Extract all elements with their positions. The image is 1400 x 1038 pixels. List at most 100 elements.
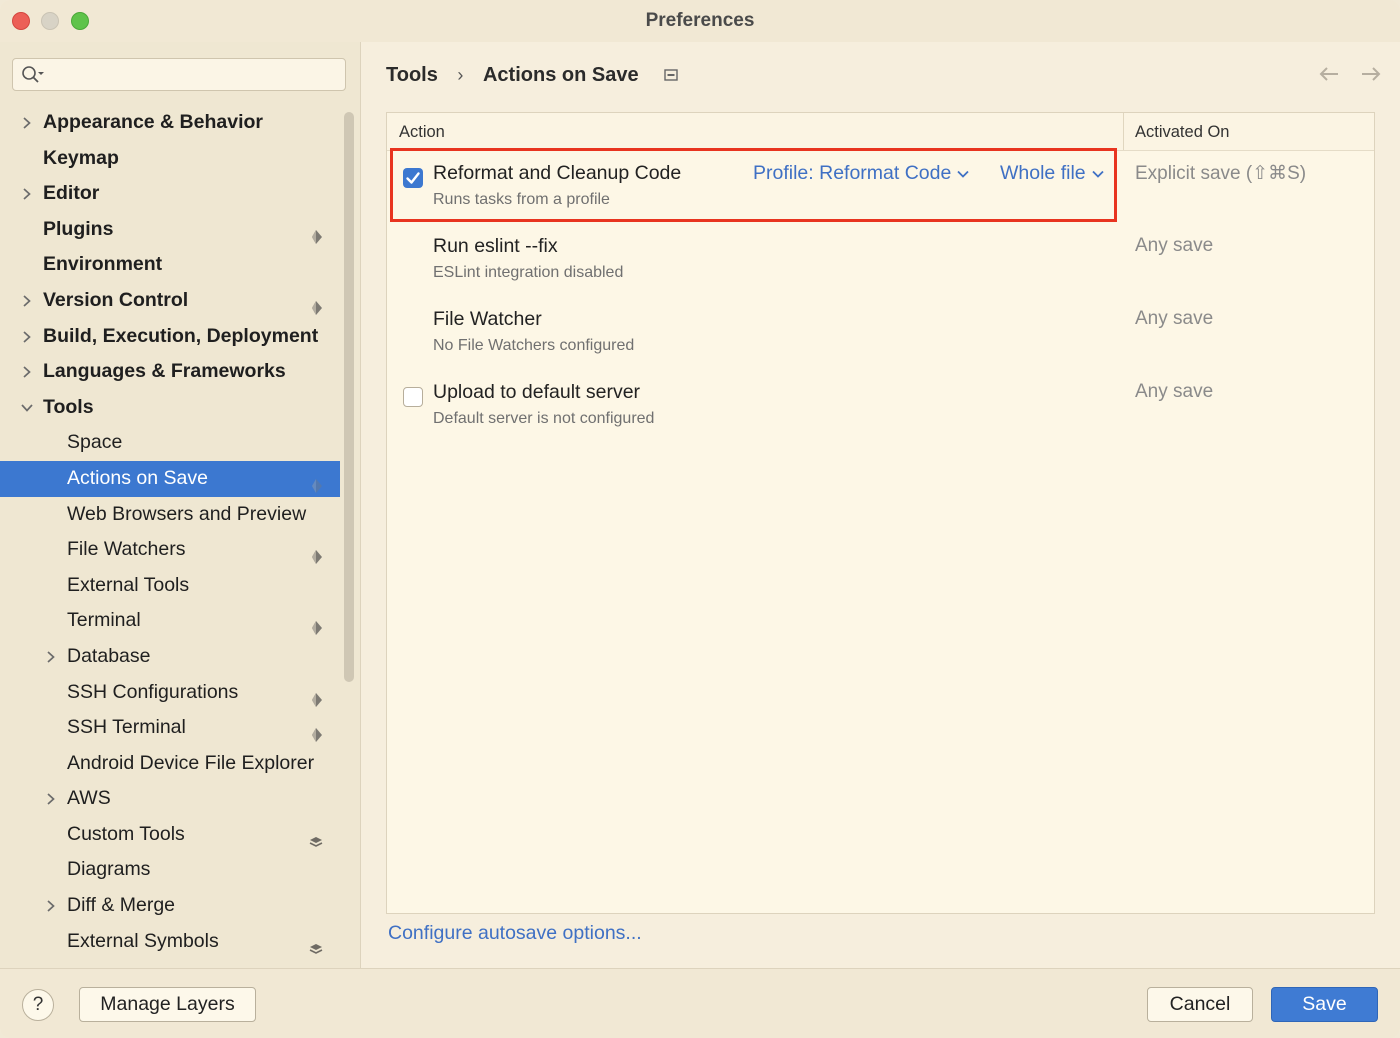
chevron-right-icon[interactable] <box>20 176 34 212</box>
chevron-right-icon[interactable] <box>44 888 58 924</box>
navigation-arrows <box>1302 66 1382 87</box>
sidebar-item-label: Plugins <box>43 217 114 240</box>
sidebar-item-build-execution-deployment[interactable]: Build, Execution, Deployment <box>0 319 340 355</box>
sidebar-item-custom-tools[interactable]: Custom Tools <box>0 817 340 853</box>
sidebar-scrollbar[interactable] <box>344 112 354 682</box>
settings-search-input[interactable] <box>12 58 346 91</box>
sidebar-item-ssh-terminal[interactable]: SSH Terminal <box>0 710 340 746</box>
sidebar-item-label: Database <box>67 644 151 667</box>
sidebar-item-label: Actions on Save <box>67 466 208 489</box>
column-divider <box>1123 113 1124 150</box>
chevron-right-icon[interactable] <box>20 319 34 355</box>
sidebar-item-label: Languages & Frameworks <box>43 360 286 383</box>
project-layer-icon <box>308 720 324 743</box>
sidebar-item-label: External Tools <box>67 573 190 596</box>
highlight-annotation <box>390 148 1117 222</box>
project-layer-icon <box>308 613 324 636</box>
sidebar-item-label: SSH Configurations <box>67 680 239 703</box>
project-layer-icon <box>308 685 324 707</box>
actions-table: Action Activated On Reformat and Cleanup… <box>386 112 1375 914</box>
activated-on-value[interactable]: Any save <box>1135 235 1213 257</box>
sidebar-item-environment[interactable]: Environment <box>0 247 340 283</box>
action-title: File Watcher <box>433 308 542 330</box>
cancel-button[interactable]: Cancel <box>1147 987 1253 1022</box>
sidebar-item-label: Custom Tools <box>67 822 185 845</box>
sidebar-item-label: Version Control <box>43 288 189 311</box>
sidebar-item-terminal[interactable]: Terminal <box>0 603 340 639</box>
sidebar-item-version-control[interactable]: Version Control <box>0 283 340 319</box>
column-header-activated-on[interactable]: Activated On <box>1135 123 1229 142</box>
table-header: Action Activated On <box>387 113 1374 151</box>
sidebar-item-label: External Symbols <box>67 929 219 952</box>
activated-on-value[interactable]: Any save <box>1135 308 1213 330</box>
stack-layers-icon <box>308 827 324 847</box>
settings-content: Tools › Actions on Save Action Activated… <box>361 42 1400 968</box>
sidebar-item-android-device-file-explorer[interactable]: Android Device File Explorer <box>0 746 340 782</box>
sidebar-item-label: File Watchers <box>67 538 186 561</box>
sidebar-item-label: Diagrams <box>67 858 151 881</box>
window-title: Preferences <box>645 10 755 31</box>
table-row[interactable]: File Watcher No File Watchers configured… <box>387 296 1374 366</box>
configure-autosave-link[interactable]: Configure autosave options... <box>388 922 642 945</box>
sidebar-item-external-tools[interactable]: External Tools <box>0 568 340 604</box>
action-title: Upload to default server <box>433 381 641 403</box>
project-layer-icon <box>308 471 324 493</box>
sidebar-item-aws[interactable]: AWS <box>0 781 340 817</box>
action-subtitle: Default server is not configured <box>433 410 655 427</box>
sidebar-item-label: SSH Terminal <box>67 716 186 739</box>
sidebar-item-plugins[interactable]: Plugins <box>0 212 340 248</box>
sidebar-item-actions-on-save[interactable]: Actions on Save <box>0 460 340 497</box>
sidebar-item-label: Appearance & Behavior <box>43 111 263 133</box>
sidebar-item-label: Keymap <box>43 146 119 169</box>
sidebar-item-external-symbols[interactable]: External Symbols <box>0 924 340 960</box>
sidebar-item-label: Tools <box>43 395 94 418</box>
sidebar-item-file-watchers[interactable]: File Watchers <box>0 532 340 568</box>
sidebar-item-languages-frameworks[interactable]: Languages & Frameworks <box>0 354 340 390</box>
table-row[interactable]: Upload to default server Default server … <box>387 369 1374 439</box>
sidebar-item-label: Diff & Merge <box>67 894 176 917</box>
sidebar-item-label: Editor <box>43 182 100 205</box>
sidebar-item-space[interactable]: Space <box>0 425 340 461</box>
breadcrumb: Tools › Actions on Save <box>386 64 678 87</box>
breadcrumb-parent[interactable]: Tools <box>386 64 438 87</box>
stack-layers-icon <box>308 934 324 954</box>
sidebar-item-label: Environment <box>43 253 163 276</box>
column-header-action[interactable]: Action <box>399 123 445 142</box>
table-row[interactable]: Run eslint --fix ESLint integration disa… <box>387 223 1374 293</box>
chevron-right-icon[interactable] <box>20 283 34 319</box>
sidebar-item-diff-merge[interactable]: Diff & Merge <box>0 888 340 924</box>
sidebar-item-label: Web Browsers and Preview <box>67 502 307 525</box>
sidebar-item-tools[interactable]: Tools <box>0 390 340 426</box>
sidebar-item-ssh-configurations[interactable]: SSH Configurations <box>0 675 340 711</box>
activated-on-value[interactable]: Any save <box>1135 381 1213 403</box>
sidebar-item-web-browsers-and-preview[interactable]: Web Browsers and Preview <box>0 497 340 533</box>
checkbox-upload[interactable] <box>403 387 423 407</box>
sidebar-item-label: Terminal <box>67 609 141 632</box>
help-button[interactable]: ? <box>22 989 54 1021</box>
page-layer-icon <box>664 64 678 87</box>
chevron-down-icon[interactable] <box>20 390 34 426</box>
sidebar-item-keymap[interactable]: Keymap <box>0 141 340 177</box>
save-button[interactable]: Save <box>1271 987 1378 1022</box>
manage-layers-button[interactable]: Manage Layers <box>79 987 256 1022</box>
action-title: Run eslint --fix <box>433 235 558 257</box>
chevron-right-icon[interactable] <box>44 639 58 675</box>
chevron-right-icon[interactable] <box>44 781 58 817</box>
sidebar-item-label: Build, Execution, Deployment <box>43 324 319 347</box>
dialog-footer: ? Manage Layers Cancel Save <box>0 968 1400 1038</box>
chevron-right-icon[interactable] <box>20 354 34 390</box>
chevron-right-icon[interactable] <box>20 105 34 141</box>
sidebar-item-appearance-behavior[interactable]: Appearance & Behavior <box>0 105 340 141</box>
sidebar-item-database[interactable]: Database <box>0 639 340 675</box>
project-layer-icon <box>308 542 324 565</box>
sidebar-item-label: Android Device File Explorer <box>67 751 315 774</box>
breadcrumb-separator: › <box>457 65 464 86</box>
action-subtitle: ESLint integration disabled <box>433 264 624 281</box>
sidebar-item-editor[interactable]: Editor <box>0 176 340 212</box>
back-arrow-icon[interactable] <box>1318 66 1340 87</box>
settings-tree: Appearance & Behavior Keymap Editor Plugins… <box>0 105 340 959</box>
sidebar-item-label: AWS <box>67 787 111 810</box>
sidebar-item-diagrams[interactable]: Diagrams <box>0 852 340 888</box>
forward-arrow-icon[interactable] <box>1360 66 1382 87</box>
activated-on-value[interactable]: Explicit save (⇧⌘S) <box>1135 162 1306 185</box>
